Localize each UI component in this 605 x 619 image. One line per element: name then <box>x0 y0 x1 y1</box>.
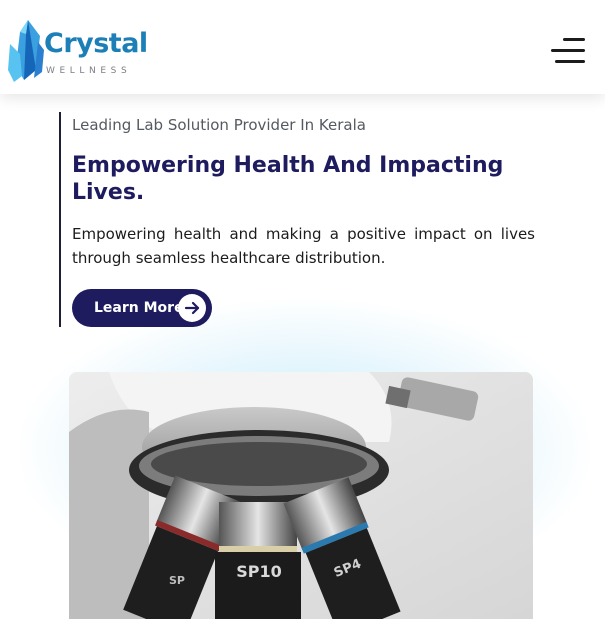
microscope-image: SP10 SP4 SP <box>69 372 533 619</box>
lens-label: SP10 <box>236 562 282 581</box>
hero-section: Leading Lab Solution Provider In Kerala … <box>59 112 539 327</box>
learn-more-button[interactable]: Learn More <box>72 289 212 327</box>
logo-wordmark: Crystal <box>44 28 148 59</box>
crystal-logo-icon <box>8 20 44 82</box>
menu-line <box>563 38 585 41</box>
hamburger-menu-icon[interactable] <box>551 38 585 66</box>
hero-description: Empowering health and making a positive … <box>72 225 535 267</box>
hero-kicker: Leading Lab Solution Provider In Kerala <box>72 116 366 134</box>
learn-more-label: Learn More <box>94 300 184 316</box>
logo-subtitle: WELLNESS <box>46 66 132 76</box>
lens-label: SP <box>169 574 185 587</box>
menu-line <box>555 60 585 63</box>
menu-line <box>551 49 585 52</box>
brand-logo[interactable]: Crystal WELLNESS <box>6 20 151 84</box>
site-header: Crystal WELLNESS <box>0 0 605 94</box>
arrow-right-icon <box>178 294 206 322</box>
hero-headline: Empowering Health And Impacting Lives. <box>72 153 504 205</box>
